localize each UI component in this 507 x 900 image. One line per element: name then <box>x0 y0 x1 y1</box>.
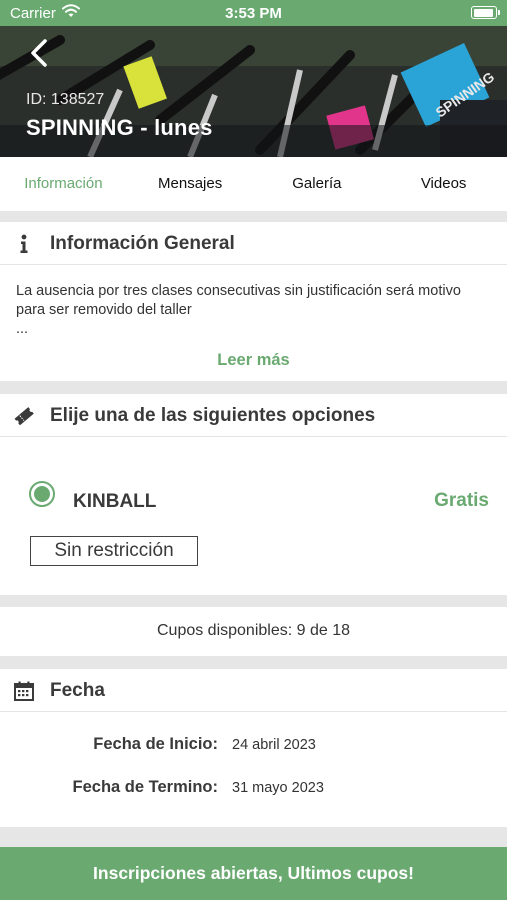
options-card-title: Elije una de las siguientes opciones <box>50 405 376 426</box>
availability-card: Cupos disponibles: 9 de 18 <box>0 607 507 656</box>
info-description: La ausencia por tres clases consecutivas… <box>16 282 486 339</box>
date-card-header: Fecha <box>0 669 507 712</box>
class-id: ID: 138527 <box>26 91 105 108</box>
tab-bar: Información Mensajes Galería Videos <box>0 157 507 211</box>
option-name[interactable]: KINBALL <box>73 491 156 513</box>
status-time: 3:53 PM <box>225 5 282 22</box>
availability-text: Cupos disponibles: 9 de 18 <box>156 622 351 639</box>
option-radio-selected[interactable] <box>29 481 55 507</box>
date-card-title: Fecha <box>50 680 105 701</box>
date-card: Fecha Fecha de Inicio: 24 abril 2023 Fec… <box>0 669 507 827</box>
options-card: Elije una de las siguientes opciones KIN… <box>0 394 507 595</box>
end-date-value: 31 mayo 2023 <box>232 780 324 796</box>
ticket-icon <box>14 407 34 426</box>
end-date-label: Fecha de Termino: <box>72 778 218 796</box>
start-date-label: Fecha de Inicio: <box>93 735 218 753</box>
restriction-badge: Sin restricción <box>30 536 198 566</box>
battery-icon <box>471 6 500 19</box>
tab-mensajes[interactable]: Mensajes <box>127 157 254 211</box>
tab-videos[interactable]: Videos <box>380 157 507 211</box>
info-card: Información General La ausencia por tres… <box>0 222 507 381</box>
info-ellipsis: ... <box>16 321 29 337</box>
calendar-icon <box>14 681 34 701</box>
info-icon <box>20 234 28 253</box>
start-date-value: 24 abril 2023 <box>232 737 316 753</box>
info-body-text: La ausencia por tres clases consecutivas… <box>16 283 461 318</box>
read-more-link[interactable]: Leer más <box>0 351 507 370</box>
class-title: SPINNING - lunes <box>26 115 213 140</box>
info-card-title: Información General <box>50 233 235 254</box>
options-card-header: Elije una de las siguientes opciones <box>0 394 507 437</box>
tab-galeria[interactable]: Galería <box>254 157 381 211</box>
status-bar: Carrier 3:53 PM <box>0 0 507 26</box>
option-price: Gratis <box>434 490 489 511</box>
info-card-header: Información General <box>0 222 507 265</box>
enroll-button[interactable]: Inscripciones abiertas, Ultimos cupos! <box>0 847 507 900</box>
app-screen: SPINNING ID: 138527 SPINNING - lunes Car… <box>0 0 507 900</box>
tab-informacion[interactable]: Información <box>0 157 127 211</box>
back-arrow-icon[interactable] <box>28 38 52 68</box>
